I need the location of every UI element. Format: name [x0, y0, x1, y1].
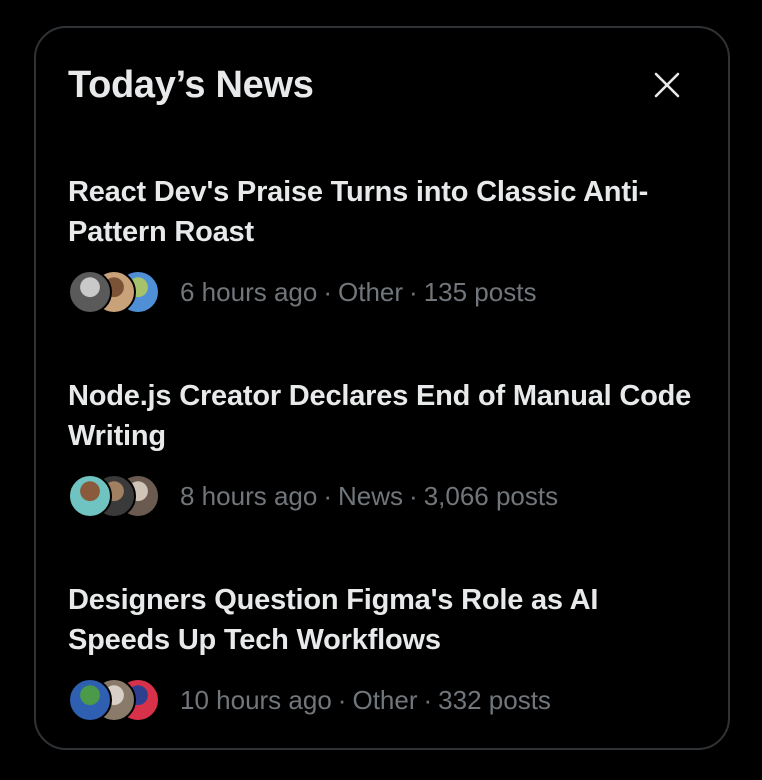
news-time: 6 hours ago — [180, 276, 318, 307]
news-meta: 6 hours ago · Other · 135 posts — [68, 268, 698, 316]
news-time: 10 hours ago — [180, 684, 332, 715]
meta-separator: · — [337, 684, 347, 715]
news-post-count: 3,066 posts — [423, 480, 559, 511]
avatar-stack — [68, 472, 164, 520]
news-category: Other — [338, 276, 404, 307]
news-item[interactable]: Designers Question Figma's Role as AI Sp… — [68, 580, 698, 724]
news-meta-text: 10 hours ago · Other · 332 posts — [180, 685, 551, 716]
avatar-stack — [68, 676, 164, 724]
avatar — [68, 474, 112, 518]
todays-news-panel: Today’s News React Dev's Praise Turns in… — [34, 26, 730, 750]
avatar — [68, 678, 112, 722]
meta-separator: · — [423, 684, 433, 715]
avatar — [68, 270, 112, 314]
news-headline: Node.js Creator Declares End of Manual C… — [68, 380, 692, 452]
close-button[interactable] — [642, 60, 692, 110]
news-category: News — [338, 480, 404, 511]
news-headline: Designers Question Figma's Role as AI Sp… — [68, 584, 599, 656]
news-post-count: 332 posts — [438, 684, 551, 715]
news-item[interactable]: Node.js Creator Declares End of Manual C… — [68, 376, 698, 520]
news-time: 8 hours ago — [180, 480, 318, 511]
news-post-count: 135 posts — [423, 276, 537, 307]
news-item[interactable]: React Dev's Praise Turns into Classic An… — [68, 172, 698, 316]
meta-separator: · — [409, 480, 418, 511]
meta-separator: · — [323, 276, 332, 307]
news-meta-text: 6 hours ago · Other · 135 posts — [180, 277, 536, 308]
panel-title: Today’s News — [68, 64, 314, 106]
news-meta: 8 hours ago · News · 3,066 posts — [68, 472, 698, 520]
avatar-stack — [68, 268, 164, 316]
close-icon — [654, 72, 680, 98]
meta-separator: · — [409, 276, 418, 307]
meta-separator: · — [323, 480, 332, 511]
news-meta-text: 8 hours ago · News · 3,066 posts — [180, 481, 558, 512]
news-meta: 10 hours ago · Other · 332 posts — [68, 676, 698, 724]
news-headline: React Dev's Praise Turns into Classic An… — [68, 176, 649, 248]
news-category: Other — [352, 684, 418, 715]
